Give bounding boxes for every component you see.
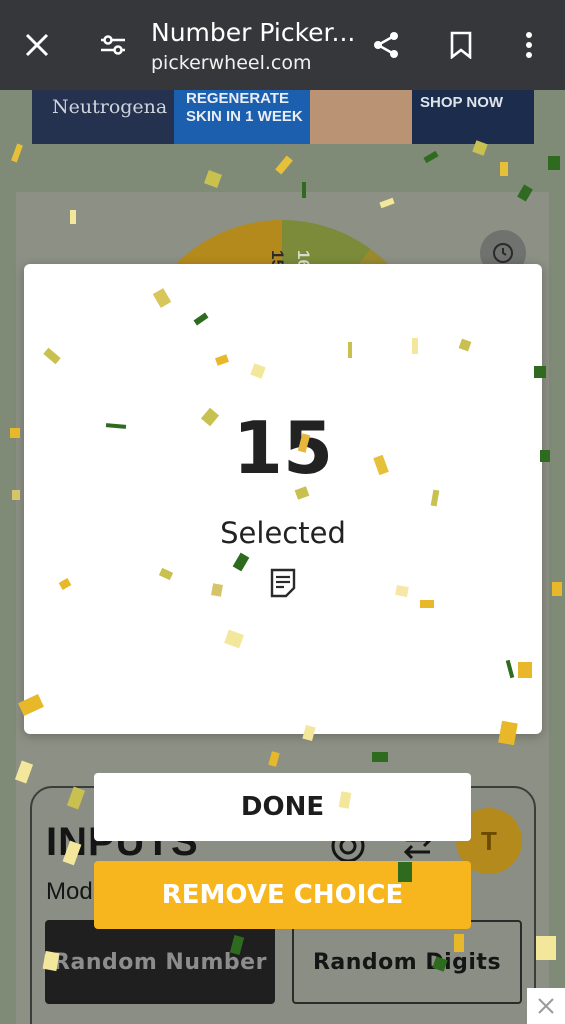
more-icon[interactable] bbox=[506, 22, 552, 68]
ad-banner[interactable]: Neutrogena REGENERATE SKIN IN 1 WEEK SHO… bbox=[32, 90, 534, 144]
close-ad-icon[interactable] bbox=[527, 988, 565, 1024]
tune-icon[interactable] bbox=[90, 22, 136, 68]
mode-random-digits-button[interactable]: Random Digits bbox=[292, 920, 522, 1004]
share-icon[interactable] bbox=[363, 22, 409, 68]
ad-brand: Neutrogena bbox=[32, 90, 174, 144]
ad-cta-label: SHOP NOW bbox=[420, 94, 504, 111]
close-icon[interactable] bbox=[14, 22, 60, 68]
result-dialog: 15 Selected bbox=[24, 264, 542, 734]
bookmark-icon[interactable] bbox=[438, 22, 484, 68]
page-title: Number Picker... bbox=[151, 18, 356, 47]
result-status: Selected bbox=[220, 516, 346, 550]
done-button[interactable]: DONE bbox=[94, 773, 471, 841]
ad-cta[interactable]: SHOP NOW bbox=[412, 90, 534, 144]
browser-toolbar: Number Picker... pickerwheel.com bbox=[0, 0, 565, 90]
mode-label: Mod bbox=[46, 878, 93, 905]
note-icon[interactable] bbox=[270, 568, 296, 598]
page-url[interactable]: pickerwheel.com bbox=[151, 52, 311, 74]
remove-choice-button[interactable]: REMOVE CHOICE bbox=[94, 861, 471, 929]
mode-random-number-button[interactable]: Random Number bbox=[45, 920, 275, 1004]
result-value: 15 bbox=[232, 406, 334, 490]
